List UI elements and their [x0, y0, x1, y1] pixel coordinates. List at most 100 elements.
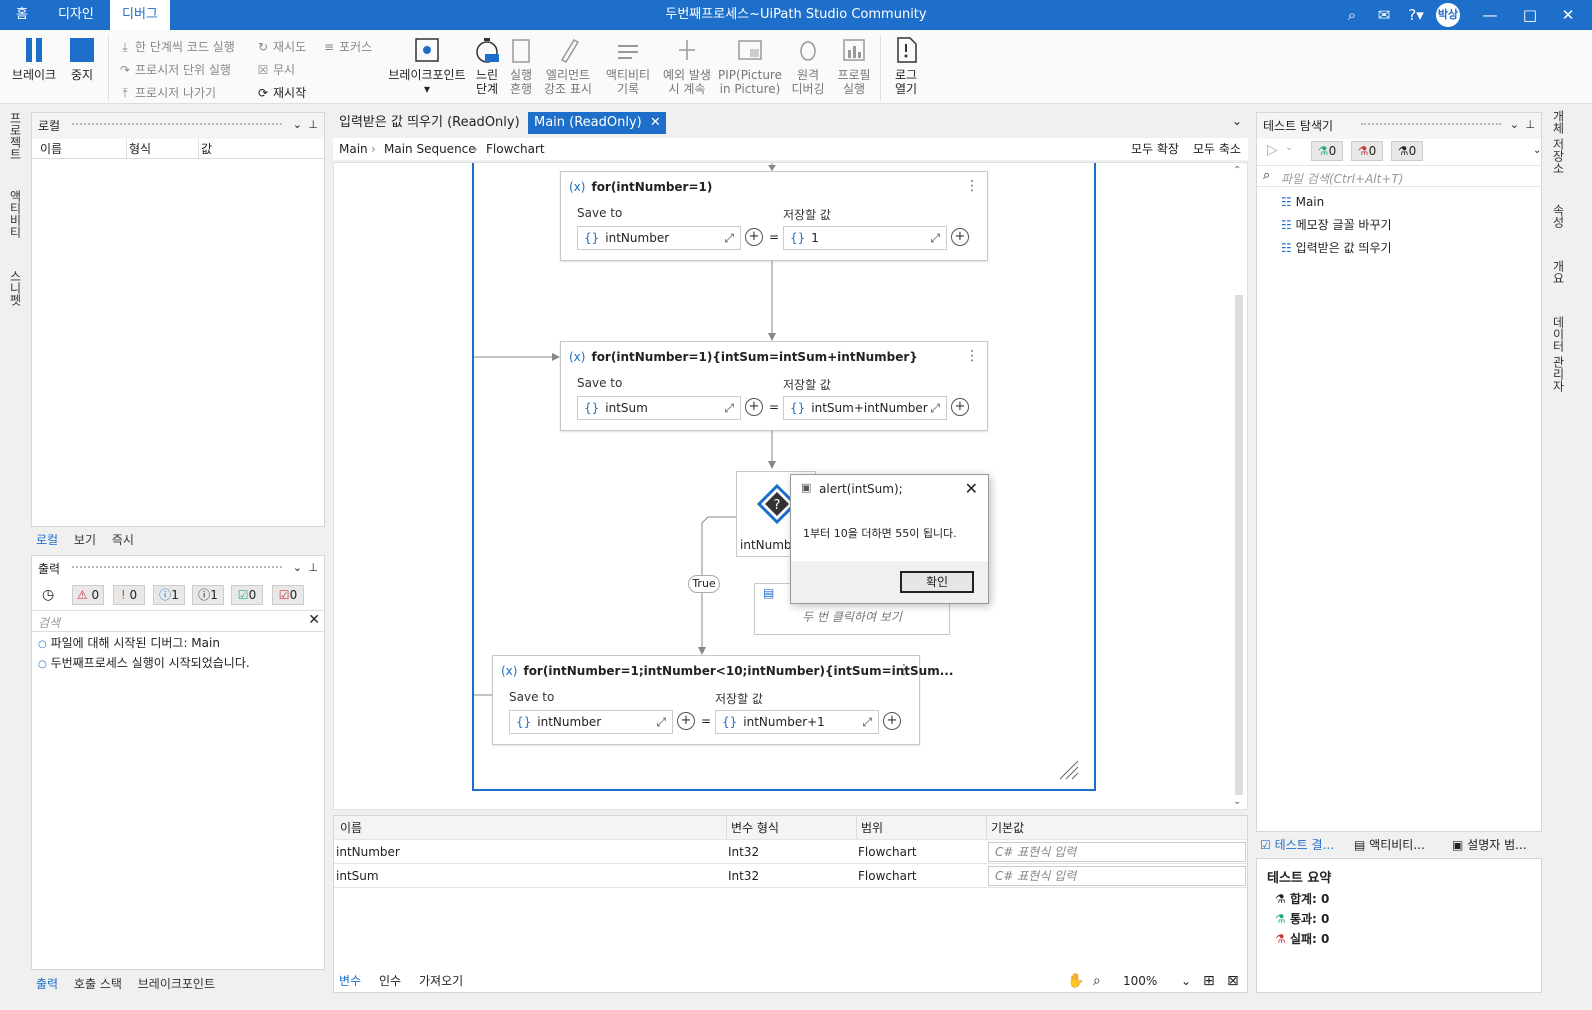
- remote-debugging-button[interactable]: 원격 디버깅: [786, 36, 830, 96]
- var-type[interactable]: Int32: [726, 864, 759, 888]
- add-button[interactable]: +: [677, 712, 695, 730]
- drag-handle[interactable]: [72, 566, 282, 572]
- var-name[interactable]: intSum: [334, 864, 379, 888]
- table-row[interactable]: intSum Int32 Flowchart C# 표현식 입력: [334, 864, 1247, 888]
- chevron-down-icon[interactable]: ⌄: [1510, 118, 1519, 131]
- not-run-counter[interactable]: ⚗0: [1391, 141, 1423, 161]
- breadcrumb-flowchart[interactable]: Flowchart: [486, 138, 545, 160]
- dock-tab-data-manager[interactable]: 데이터 관리자: [1550, 316, 1567, 392]
- table-row[interactable]: intNumber Int32 Flowchart C# 표현식 입력: [334, 840, 1247, 864]
- hand-icon[interactable]: ✋: [1067, 970, 1084, 992]
- expand-icon[interactable]: ⤢: [724, 227, 734, 249]
- clock-icon[interactable]: ◷: [42, 587, 54, 603]
- more-options-icon[interactable]: ⋮: [897, 662, 911, 678]
- add-button[interactable]: +: [745, 398, 763, 416]
- break-button[interactable]: 브레이크: [8, 36, 60, 82]
- info-counter[interactable]: ⓘ1: [153, 585, 185, 605]
- assign-value-field[interactable]: {} intSum+intNumber ⤢: [783, 396, 947, 420]
- continue-on-exception-button[interactable]: 예외 발생 시 계속: [658, 36, 716, 96]
- tab-design[interactable]: 디자인: [46, 0, 106, 30]
- zoom-icon[interactable]: ⌕: [1093, 970, 1101, 992]
- assign-activity[interactable]: (x) for(intNumber=1){intSum=intSum+intNum…: [560, 341, 988, 431]
- stop-button[interactable]: 중지: [62, 36, 102, 82]
- add-button[interactable]: +: [951, 228, 969, 246]
- tab-input-display[interactable]: 입력받은 값 띄우기 (ReadOnly): [333, 112, 526, 134]
- tab-activity-coverage[interactable]: ▤ 액티비티...: [1354, 834, 1425, 856]
- dock-tab-activities[interactable]: 액티비티: [7, 190, 24, 238]
- overview-icon[interactable]: ⊠: [1227, 970, 1239, 992]
- trace-counter[interactable]: ⓘ1: [192, 585, 224, 605]
- list-item[interactable]: ☷ 입력받은 값 띄우기: [1281, 237, 1392, 260]
- tab-immediate[interactable]: 즉시: [112, 533, 134, 547]
- assign-activity[interactable]: (x) for(intNumber=1;intNumber<10;intNumbe…: [492, 655, 953, 745]
- tab-descriptor-coverage[interactable]: ▣ 설명자 범...: [1452, 834, 1527, 856]
- tab-home[interactable]: 홈: [4, 0, 40, 30]
- drag-handle[interactable]: [72, 123, 282, 129]
- default-value-input[interactable]: C# 표현식 입력: [988, 866, 1246, 886]
- run-icon[interactable]: ▷: [1267, 142, 1278, 158]
- assign-activity[interactable]: (x) for(intNumber=1) ⋮ Save to 저장할 값 {} in…: [560, 171, 988, 261]
- tab-output[interactable]: 출력: [36, 977, 58, 991]
- expand-icon[interactable]: ⤢: [724, 397, 734, 419]
- scroll-up-icon[interactable]: ⌃: [1233, 165, 1241, 176]
- dock-tab-properties[interactable]: 속성: [1550, 204, 1567, 228]
- tab-breakpoints[interactable]: 브레이크포인트: [138, 977, 215, 991]
- list-item[interactable]: ☷ 메모장 글꼴 바꾸기: [1281, 214, 1392, 237]
- success-counter[interactable]: ☑0: [231, 585, 263, 605]
- chevron-down-icon[interactable]: ⌄: [293, 118, 302, 131]
- chevron-down-icon[interactable]: ⌄: [1285, 142, 1293, 153]
- tab-main-readonly[interactable]: Main (ReadOnly) ✕: [528, 112, 666, 134]
- close-window-icon[interactable]: ✕: [1558, 5, 1578, 25]
- feedback-icon[interactable]: ✉: [1374, 5, 1394, 25]
- assign-value-field[interactable]: {} intNumber+1 ⤢: [715, 710, 879, 734]
- drag-handle[interactable]: [1361, 123, 1501, 129]
- expand-icon[interactable]: ⤢: [930, 397, 940, 419]
- var-scope[interactable]: Flowchart: [856, 864, 917, 888]
- expand-icon[interactable]: ⤢: [862, 711, 872, 733]
- open-logs-button[interactable]: 로그 열기: [888, 36, 924, 96]
- focus-button[interactable]: ≡ 포커스: [322, 38, 372, 55]
- close-icon[interactable]: ✕: [965, 479, 978, 498]
- test-search[interactable]: ⌕ 파일 검색(Ctrl+Alt+T): [1257, 165, 1541, 187]
- ignore-button[interactable]: ☒ 무시: [256, 61, 295, 78]
- restart-button[interactable]: ⟳ 재시작: [256, 84, 306, 101]
- dock-tab-outline[interactable]: 개요: [1550, 260, 1567, 284]
- chevron-down-icon[interactable]: ⌄: [293, 561, 302, 574]
- tab-variables[interactable]: 변수: [339, 970, 361, 992]
- step-over-button[interactable]: ↷ 프로시저 단위 실행: [118, 61, 231, 78]
- minimize-icon[interactable]: —: [1480, 5, 1500, 25]
- more-options-icon[interactable]: ⋮: [965, 348, 979, 364]
- warning-counter[interactable]: ! 0: [113, 585, 145, 605]
- add-button[interactable]: +: [951, 398, 969, 416]
- assign-value-field[interactable]: {} 1 ⤢: [783, 226, 947, 250]
- profile-execution-button[interactable]: 프로필 실행: [834, 36, 874, 96]
- highlight-elements-button[interactable]: 엘리먼트 강조 표시: [540, 36, 596, 96]
- scroll-down-icon[interactable]: ⌄: [1233, 796, 1241, 807]
- breakpoints-button[interactable]: 브레이크포인트 ▾: [386, 36, 468, 96]
- scroll-thumb[interactable]: [1235, 295, 1243, 795]
- add-button[interactable]: +: [883, 712, 901, 730]
- log-activities-button[interactable]: 액티비티 기록: [600, 36, 656, 96]
- chevron-down-icon[interactable]: ⌄: [1181, 970, 1191, 992]
- var-scope[interactable]: Flowchart: [856, 840, 917, 864]
- pip-button[interactable]: PIP(Picture in Picture): [718, 36, 782, 96]
- passed-counter[interactable]: ⚗0: [1311, 141, 1343, 161]
- chevron-down-icon[interactable]: ⌄: [1232, 114, 1242, 128]
- output-search[interactable]: 검색 ✕: [32, 610, 324, 632]
- pin-icon[interactable]: ⊥: [1525, 118, 1535, 131]
- collapse-all-link[interactable]: 모두 축소: [1193, 138, 1241, 160]
- clear-search-icon[interactable]: ✕: [308, 612, 320, 628]
- tab-locals[interactable]: 로컬: [36, 533, 58, 547]
- failed-counter[interactable]: ⚗0: [1351, 141, 1383, 161]
- tab-imports[interactable]: 가져오기: [419, 970, 463, 992]
- tab-test-results[interactable]: ☑ 테스트 결...: [1260, 834, 1334, 856]
- maximize-icon[interactable]: □: [1520, 5, 1540, 25]
- expand-icon[interactable]: ⤢: [656, 711, 666, 733]
- breadcrumb-main[interactable]: Main: [339, 138, 368, 160]
- canvas-scrollbar[interactable]: ⌃ ⌄: [1233, 165, 1245, 807]
- tab-debug[interactable]: 디버그: [110, 0, 170, 30]
- tab-watch[interactable]: 보기: [74, 533, 96, 547]
- more-options-icon[interactable]: ⋮: [965, 178, 979, 194]
- avatar[interactable]: 박상: [1436, 3, 1460, 27]
- default-value-input[interactable]: C# 표현식 입력: [988, 842, 1246, 862]
